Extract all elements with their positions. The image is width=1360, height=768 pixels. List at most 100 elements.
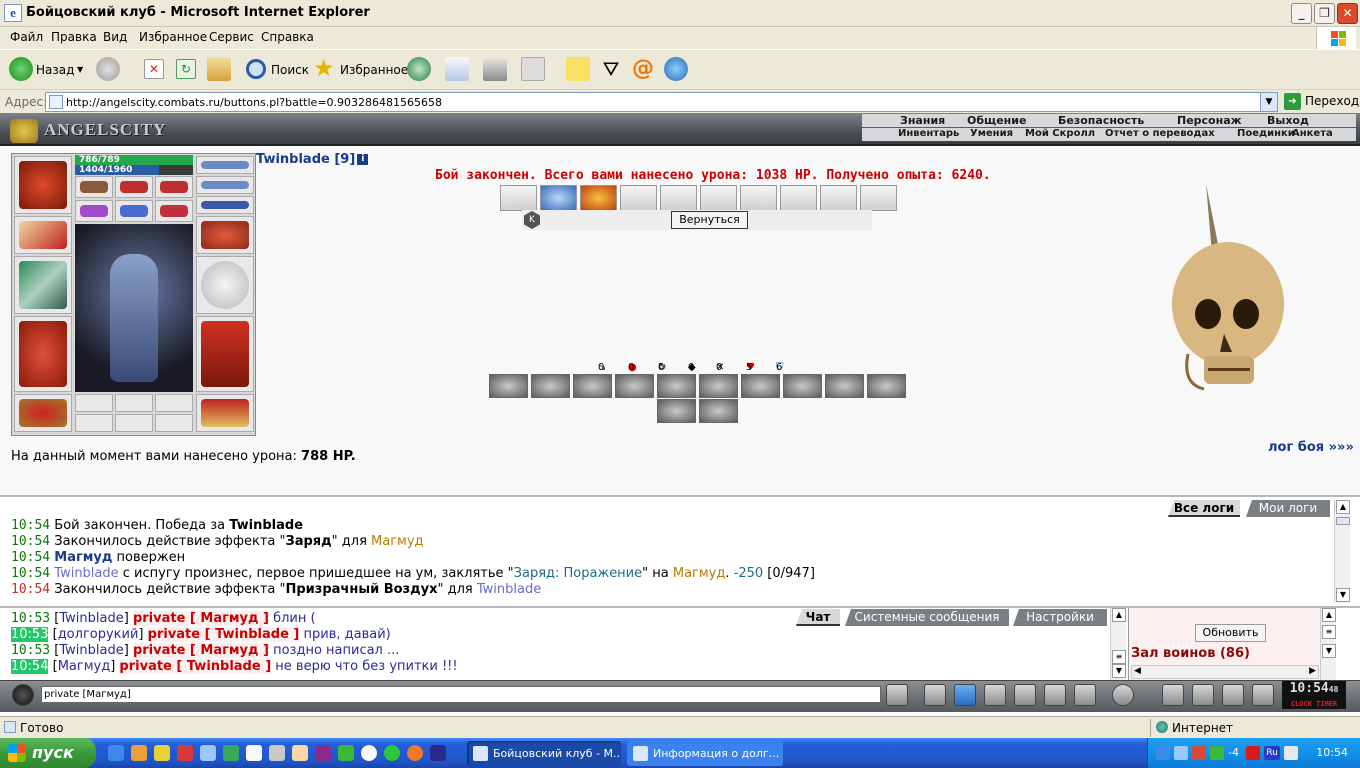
filter-toggle-icon[interactable]	[954, 684, 976, 706]
room-scroll-down-icon[interactable]: ▼	[1322, 644, 1336, 658]
skill-icon-5[interactable]	[657, 374, 696, 398]
room-scrollbar[interactable]: ▲ ≡ ▼	[1320, 608, 1336, 680]
room-hscrollbar[interactable]: ◀ ▶	[1131, 665, 1319, 679]
tray-icon-2[interactable]	[1174, 746, 1188, 760]
hscroll-right-icon[interactable]: ▶	[1309, 666, 1316, 676]
address-input[interactable]: http://angelscity.combats.ru/buttons.pl?…	[45, 92, 1278, 112]
tab-chat[interactable]: Чат	[796, 609, 840, 626]
smiley-bubble-icon[interactable]	[12, 684, 34, 706]
scroll-thumb[interactable]	[1336, 517, 1350, 525]
skill-icon-7[interactable]	[741, 374, 780, 398]
quicklaunch-icon-14[interactable]	[407, 745, 423, 761]
maximize-button[interactable]: ❐	[1314, 3, 1335, 24]
rune-slot-1[interactable]	[75, 200, 113, 222]
room-scroll-thumb[interactable]: ≡	[1322, 625, 1336, 639]
chat-nick[interactable]: долгорукий	[58, 627, 139, 642]
ring-slot-2[interactable]	[115, 176, 153, 198]
sound-icon[interactable]	[1074, 684, 1096, 706]
quicklaunch-icon-10[interactable]	[315, 745, 331, 761]
favorites-button-label[interactable]: Избранное	[340, 63, 408, 77]
quicklaunch-icon-15[interactable]	[430, 745, 446, 761]
nav-profile[interactable]: Анкета	[1292, 128, 1333, 139]
empty-slot-4[interactable]	[75, 414, 113, 432]
quicklaunch-icon-6[interactable]	[223, 745, 239, 761]
task-button-2[interactable]: Информация о долг...	[627, 741, 783, 766]
save-log-icon[interactable]	[984, 684, 1006, 706]
rune-slot-2[interactable]	[115, 200, 153, 222]
quicklaunch-icon-9[interactable]	[292, 745, 308, 761]
chat-input[interactable]: private [Магмуд]	[41, 686, 881, 703]
empty-slot-3[interactable]	[155, 394, 193, 412]
skill-icon-10[interactable]	[867, 374, 906, 398]
eraser-icon[interactable]	[924, 684, 946, 706]
room-name[interactable]: Зал воинов (86)	[1131, 646, 1250, 661]
leggings-slot[interactable]	[196, 316, 254, 392]
back-button-label[interactable]: Назад	[36, 63, 74, 77]
minimize-button[interactable]: _	[1291, 3, 1312, 24]
scroll-up-icon[interactable]: ▲	[1336, 500, 1350, 514]
skill-icon-11[interactable]	[657, 399, 696, 423]
menu-view[interactable]: Вид	[103, 30, 127, 44]
nav-knowledge[interactable]: Знания	[900, 114, 945, 127]
quicklaunch-icon-5[interactable]	[200, 745, 216, 761]
battle-log-link[interactable]: лог боя »»»	[1268, 440, 1354, 455]
tray-icon-7[interactable]	[1284, 746, 1298, 760]
fight-icon[interactable]	[1014, 684, 1036, 706]
chat-nick[interactable]: Магмуд	[58, 659, 111, 674]
ring-slot-3[interactable]	[155, 176, 193, 198]
empty-slot-6[interactable]	[155, 414, 193, 432]
chat-scroll-up-icon[interactable]: ▲	[1112, 608, 1126, 622]
chat-private-target[interactable]: private [ Twinblade ]	[147, 627, 300, 642]
character-avatar[interactable]	[75, 224, 193, 392]
room-scroll-up-icon[interactable]: ▲	[1322, 608, 1336, 622]
weapon-slot[interactable]	[14, 256, 72, 314]
menu-file[interactable]: Файл	[10, 30, 43, 44]
tab-system-messages[interactable]: Системные сообщения	[845, 609, 1009, 626]
player-name-text[interactable]: Twinblade [9]	[256, 152, 355, 167]
earring-slot[interactable]	[196, 156, 254, 174]
close-button[interactable]: ✕	[1337, 3, 1358, 24]
search-icon[interactable]	[246, 59, 266, 79]
chat-scroll-thumb[interactable]: ≡	[1112, 650, 1126, 664]
amulet-slot[interactable]	[196, 176, 254, 194]
log-scrollbar[interactable]: ▲ ▼	[1334, 500, 1350, 603]
tab-all-logs[interactable]: Все логи	[1168, 500, 1240, 517]
note-icon[interactable]	[566, 57, 590, 81]
quicklaunch-icon-4[interactable]	[177, 745, 193, 761]
translit-icon[interactable]	[1044, 684, 1066, 706]
home-icon[interactable]	[207, 57, 231, 81]
tray-k-icon[interactable]	[1246, 746, 1260, 760]
quicklaunch-icon-12[interactable]	[361, 745, 377, 761]
chat-scroll-down-icon[interactable]: ▼	[1112, 664, 1126, 678]
edit-icon[interactable]	[521, 57, 545, 81]
search-button-label[interactable]: Поиск	[271, 63, 309, 77]
nav-character[interactable]: Персонаж	[1177, 114, 1242, 127]
skill-icon-4[interactable]	[615, 374, 654, 398]
player-name[interactable]: Twinblade [9] i	[256, 152, 369, 167]
helmet-slot[interactable]	[14, 156, 72, 214]
chat-private-target[interactable]: private [ Магмуд ]	[132, 643, 269, 658]
address-url[interactable]: http://angelscity.combats.ru/buttons.pl?…	[66, 96, 442, 109]
empty-slot-1[interactable]	[75, 394, 113, 412]
network-icon[interactable]	[1156, 746, 1170, 760]
rings-slot[interactable]	[196, 196, 254, 214]
menu-tools[interactable]: Сервис	[209, 30, 254, 44]
forward-arrow-icon[interactable]	[96, 57, 120, 81]
chat-nick[interactable]: Twinblade	[59, 611, 123, 626]
menu-edit[interactable]: Правка	[51, 30, 97, 44]
belt-slot[interactable]	[14, 394, 72, 432]
skill-icon-2[interactable]	[531, 374, 570, 398]
quicklaunch-icon-13[interactable]	[384, 745, 400, 761]
scroll-down-icon[interactable]: ▼	[1336, 588, 1350, 602]
chat-private-target[interactable]: private [ Twinblade ]	[119, 659, 272, 674]
hscroll-left-icon[interactable]: ◀	[1134, 666, 1141, 676]
shield-slot[interactable]	[196, 256, 254, 314]
tab-my-logs[interactable]: Мои логи	[1246, 500, 1330, 517]
ring-slot-1[interactable]	[75, 176, 113, 198]
menu-help[interactable]: Справка	[261, 30, 314, 44]
quicklaunch-icon-8[interactable]	[269, 745, 285, 761]
mail-icon[interactable]	[445, 57, 469, 81]
ie-quicklaunch-icon[interactable]	[108, 745, 124, 761]
skill-icon-1[interactable]	[489, 374, 528, 398]
favorites-star-icon[interactable]: ★	[313, 56, 337, 81]
